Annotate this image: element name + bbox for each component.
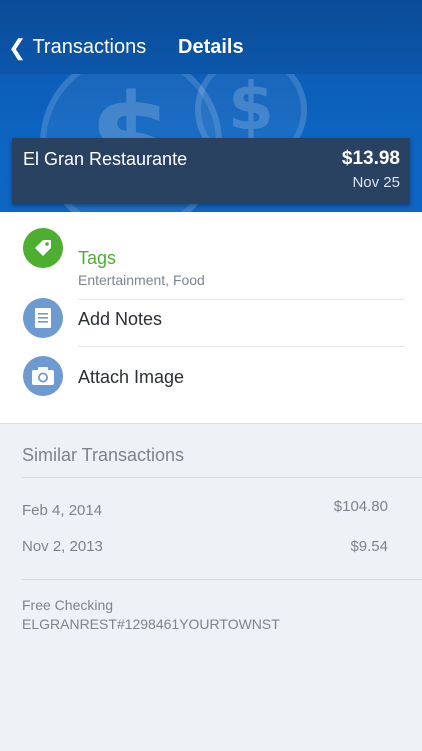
hero-banner: $ $ ❮ Transactions Details El Gran Resta… <box>0 0 422 212</box>
actions-card: Tags Entertainment, Food Add Notes Attac… <box>0 212 422 423</box>
transaction-amount: $13.98 <box>341 148 400 169</box>
section-heading: Similar Transactions <box>22 445 185 465</box>
list-item[interactable]: Feb 4, 2014 $104.80 <box>0 498 422 524</box>
transaction-summary: El Gran Restaurante $13.98 Nov 25 <box>12 138 410 204</box>
divider <box>22 477 422 478</box>
tags-row[interactable]: Tags Entertainment, Food <box>0 224 422 300</box>
similar-amount: $9.54 <box>350 538 388 555</box>
tags-value: Entertainment, Food <box>78 272 205 288</box>
similar-date: Nov 2, 2013 <box>22 538 103 555</box>
transaction-date: Nov 25 <box>352 174 400 191</box>
account-info: Free Checking ELGRANREST#1298461YOURTOWN… <box>22 596 280 634</box>
account-description: ELGRANREST#1298461YOURTOWNST <box>22 616 280 632</box>
nav-bar: ❮ Transactions Details <box>0 0 422 74</box>
similar-date: Feb 4, 2014 <box>22 502 103 519</box>
divider <box>22 579 422 580</box>
attach-image-label: Attach Image <box>78 367 185 387</box>
page-title: Details <box>178 36 244 58</box>
chevron-left-icon: ❮ <box>8 34 27 60</box>
similar-amount: $104.80 <box>333 498 388 515</box>
similar-transactions: Similar Transactions Feb 4, 2014 $104.80… <box>0 423 422 751</box>
account-name: Free Checking <box>22 597 114 613</box>
attach-image-row[interactable]: Attach Image <box>0 356 422 414</box>
coin-symbol: $ <box>228 68 274 145</box>
back-label: Transactions <box>32 36 147 58</box>
tag-icon <box>23 228 63 268</box>
notes-icon <box>23 298 63 338</box>
camera-icon <box>23 356 63 396</box>
list-item[interactable]: Nov 2, 2013 $9.54 <box>0 536 422 562</box>
tags-label: Tags <box>78 248 117 268</box>
add-notes-row[interactable]: Add Notes <box>0 298 422 356</box>
merchant-name: El Gran Restaurante <box>23 149 188 169</box>
add-notes-label: Add Notes <box>78 309 163 329</box>
divider <box>78 346 404 347</box>
back-button[interactable]: ❮ Transactions <box>8 36 146 59</box>
